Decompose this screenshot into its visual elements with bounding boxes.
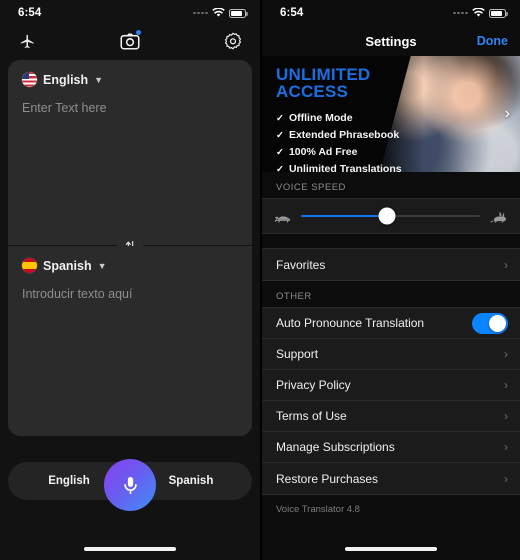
record-voice-button[interactable]: [104, 459, 156, 511]
microphone-icon: [123, 476, 137, 494]
settings-button[interactable]: [220, 29, 246, 53]
signal-dots-icon: [453, 11, 468, 15]
app-version-label: Voice Translator 4.8: [262, 495, 520, 515]
slider-thumb[interactable]: [378, 207, 396, 225]
battery-icon: [229, 8, 248, 18]
voice-speed-slider[interactable]: [301, 207, 480, 225]
status-time: 6:54: [280, 7, 304, 19]
settings-screen: 6:54 Settings Done UNLIMITED ACCESS ✓ Of…: [260, 0, 520, 560]
promo-feature-label: Offline Mode: [288, 111, 353, 124]
settings-row-favorites[interactable]: Favorites ›: [262, 249, 520, 280]
signal-dots-icon: [193, 11, 208, 15]
chevron-down-icon: ▼: [94, 75, 104, 85]
row-label: Manage Subscriptions: [276, 440, 395, 454]
voice-speed-header: VOICE SPEED: [262, 172, 520, 198]
source-language-label: English: [43, 72, 89, 87]
settings-navbar: Settings Done: [262, 26, 520, 56]
promo-feature-list: ✓ Offline Mode ✓ Extended Phrasebook ✓ 1…: [276, 110, 402, 172]
check-icon: ✓: [276, 129, 284, 141]
gear-icon: [224, 32, 242, 50]
camera-new-badge: [136, 30, 141, 35]
row-label: Terms of Use: [276, 409, 347, 423]
chevron-right-icon[interactable]: ›: [505, 105, 510, 123]
source-language-selector[interactable]: English ▼: [8, 60, 252, 87]
chevron-down-icon: ▼: [97, 261, 107, 271]
us-flag-icon: [22, 72, 37, 87]
premium-promo-banner[interactable]: UNLIMITED ACCESS ✓ Offline Mode ✓ Extend…: [262, 56, 520, 172]
airplane-icon: [19, 33, 34, 49]
promo-headline-line2: ACCESS: [276, 82, 349, 102]
wifi-icon: [212, 8, 225, 17]
promo-feature-item: ✓ Extended Phrasebook: [276, 127, 402, 144]
source-text-card[interactable]: English ▼ Enter Text here: [8, 60, 252, 245]
settings-row-terms-of-use[interactable]: Terms of Use ›: [262, 401, 520, 432]
other-settings-group: Auto Pronounce Translation Support › Pri…: [262, 307, 520, 495]
turtle-icon: [274, 215, 291, 223]
translate-toolbar: [0, 26, 260, 56]
check-icon: ✓: [276, 112, 284, 124]
settings-row-manage-subscriptions[interactable]: Manage Subscriptions ›: [262, 432, 520, 463]
promo-feature-label: 100% Ad Free: [288, 145, 358, 158]
target-text-card[interactable]: Spanish ▼ Introducir texto aquí: [8, 246, 252, 436]
settings-row-auto-pronounce[interactable]: Auto Pronounce Translation: [262, 308, 520, 339]
es-flag-icon: [22, 258, 37, 273]
battery-icon: [489, 8, 508, 18]
target-language-selector[interactable]: Spanish ▼: [8, 246, 252, 273]
row-label: Auto Pronounce Translation: [276, 316, 425, 330]
promo-feature-item: ✓ Offline Mode: [276, 110, 402, 127]
rabbit-icon: [490, 211, 506, 223]
section-gap: [262, 234, 520, 248]
status-time: 6:54: [18, 7, 42, 19]
status-bar: 6:54: [0, 0, 260, 26]
status-bar: 6:54: [262, 0, 520, 26]
home-indicator: [84, 547, 176, 551]
promo-feature-label: Extended Phrasebook: [288, 128, 400, 141]
promo-feature-item: ✓ Unlimited Translations: [276, 161, 402, 172]
source-text-placeholder[interactable]: Enter Text here: [8, 87, 252, 115]
row-label: Restore Purchases: [276, 471, 379, 486]
promo-headline-line1: UNLIMITED: [276, 65, 371, 84]
done-button[interactable]: Done: [477, 34, 508, 48]
row-label: Privacy Policy: [276, 378, 351, 392]
check-icon: ✓: [276, 163, 284, 172]
airplane-mode-button[interactable]: [14, 29, 40, 53]
dual-screenshot: 6:54 English ▼ Enter Text here Spanish ▼…: [0, 0, 520, 560]
settings-row-restore-purchases[interactable]: Restore Purchases ›: [262, 463, 520, 494]
auto-pronounce-toggle[interactable]: [472, 312, 508, 334]
chevron-right-icon: ›: [504, 440, 508, 454]
wifi-icon: [472, 8, 485, 17]
chevron-right-icon: ›: [504, 347, 508, 361]
camera-translate-button[interactable]: [117, 29, 143, 53]
target-language-label: Spanish: [43, 258, 92, 273]
home-indicator: [345, 547, 437, 551]
translate-screen: 6:54 English ▼ Enter Text here Spanish ▼…: [0, 0, 260, 560]
page-title: Settings: [365, 33, 417, 49]
chevron-right-icon: ›: [504, 257, 508, 272]
voice-speed-row: [262, 198, 520, 234]
target-text-placeholder[interactable]: Introducir texto aquí: [8, 273, 252, 301]
slider-fill: [301, 215, 387, 217]
favorites-group: Favorites ›: [262, 248, 520, 281]
chevron-right-icon: ›: [504, 471, 508, 486]
promo-content: UNLIMITED ACCESS ✓ Offline Mode ✓ Extend…: [276, 66, 402, 172]
row-label: Favorites: [276, 257, 326, 272]
check-icon: ✓: [276, 146, 284, 158]
other-section-header: OTHER: [262, 281, 520, 307]
promo-feature-label: Unlimited Translations: [288, 162, 402, 172]
row-label: Support: [276, 347, 319, 361]
chevron-right-icon: ›: [504, 378, 508, 392]
chevron-right-icon: ›: [504, 409, 508, 423]
settings-row-privacy-policy[interactable]: Privacy Policy ›: [262, 370, 520, 401]
status-indicators: [453, 8, 508, 18]
promo-feature-item: ✓ 100% Ad Free: [276, 144, 402, 161]
settings-row-support[interactable]: Support ›: [262, 339, 520, 370]
status-indicators: [193, 8, 248, 18]
